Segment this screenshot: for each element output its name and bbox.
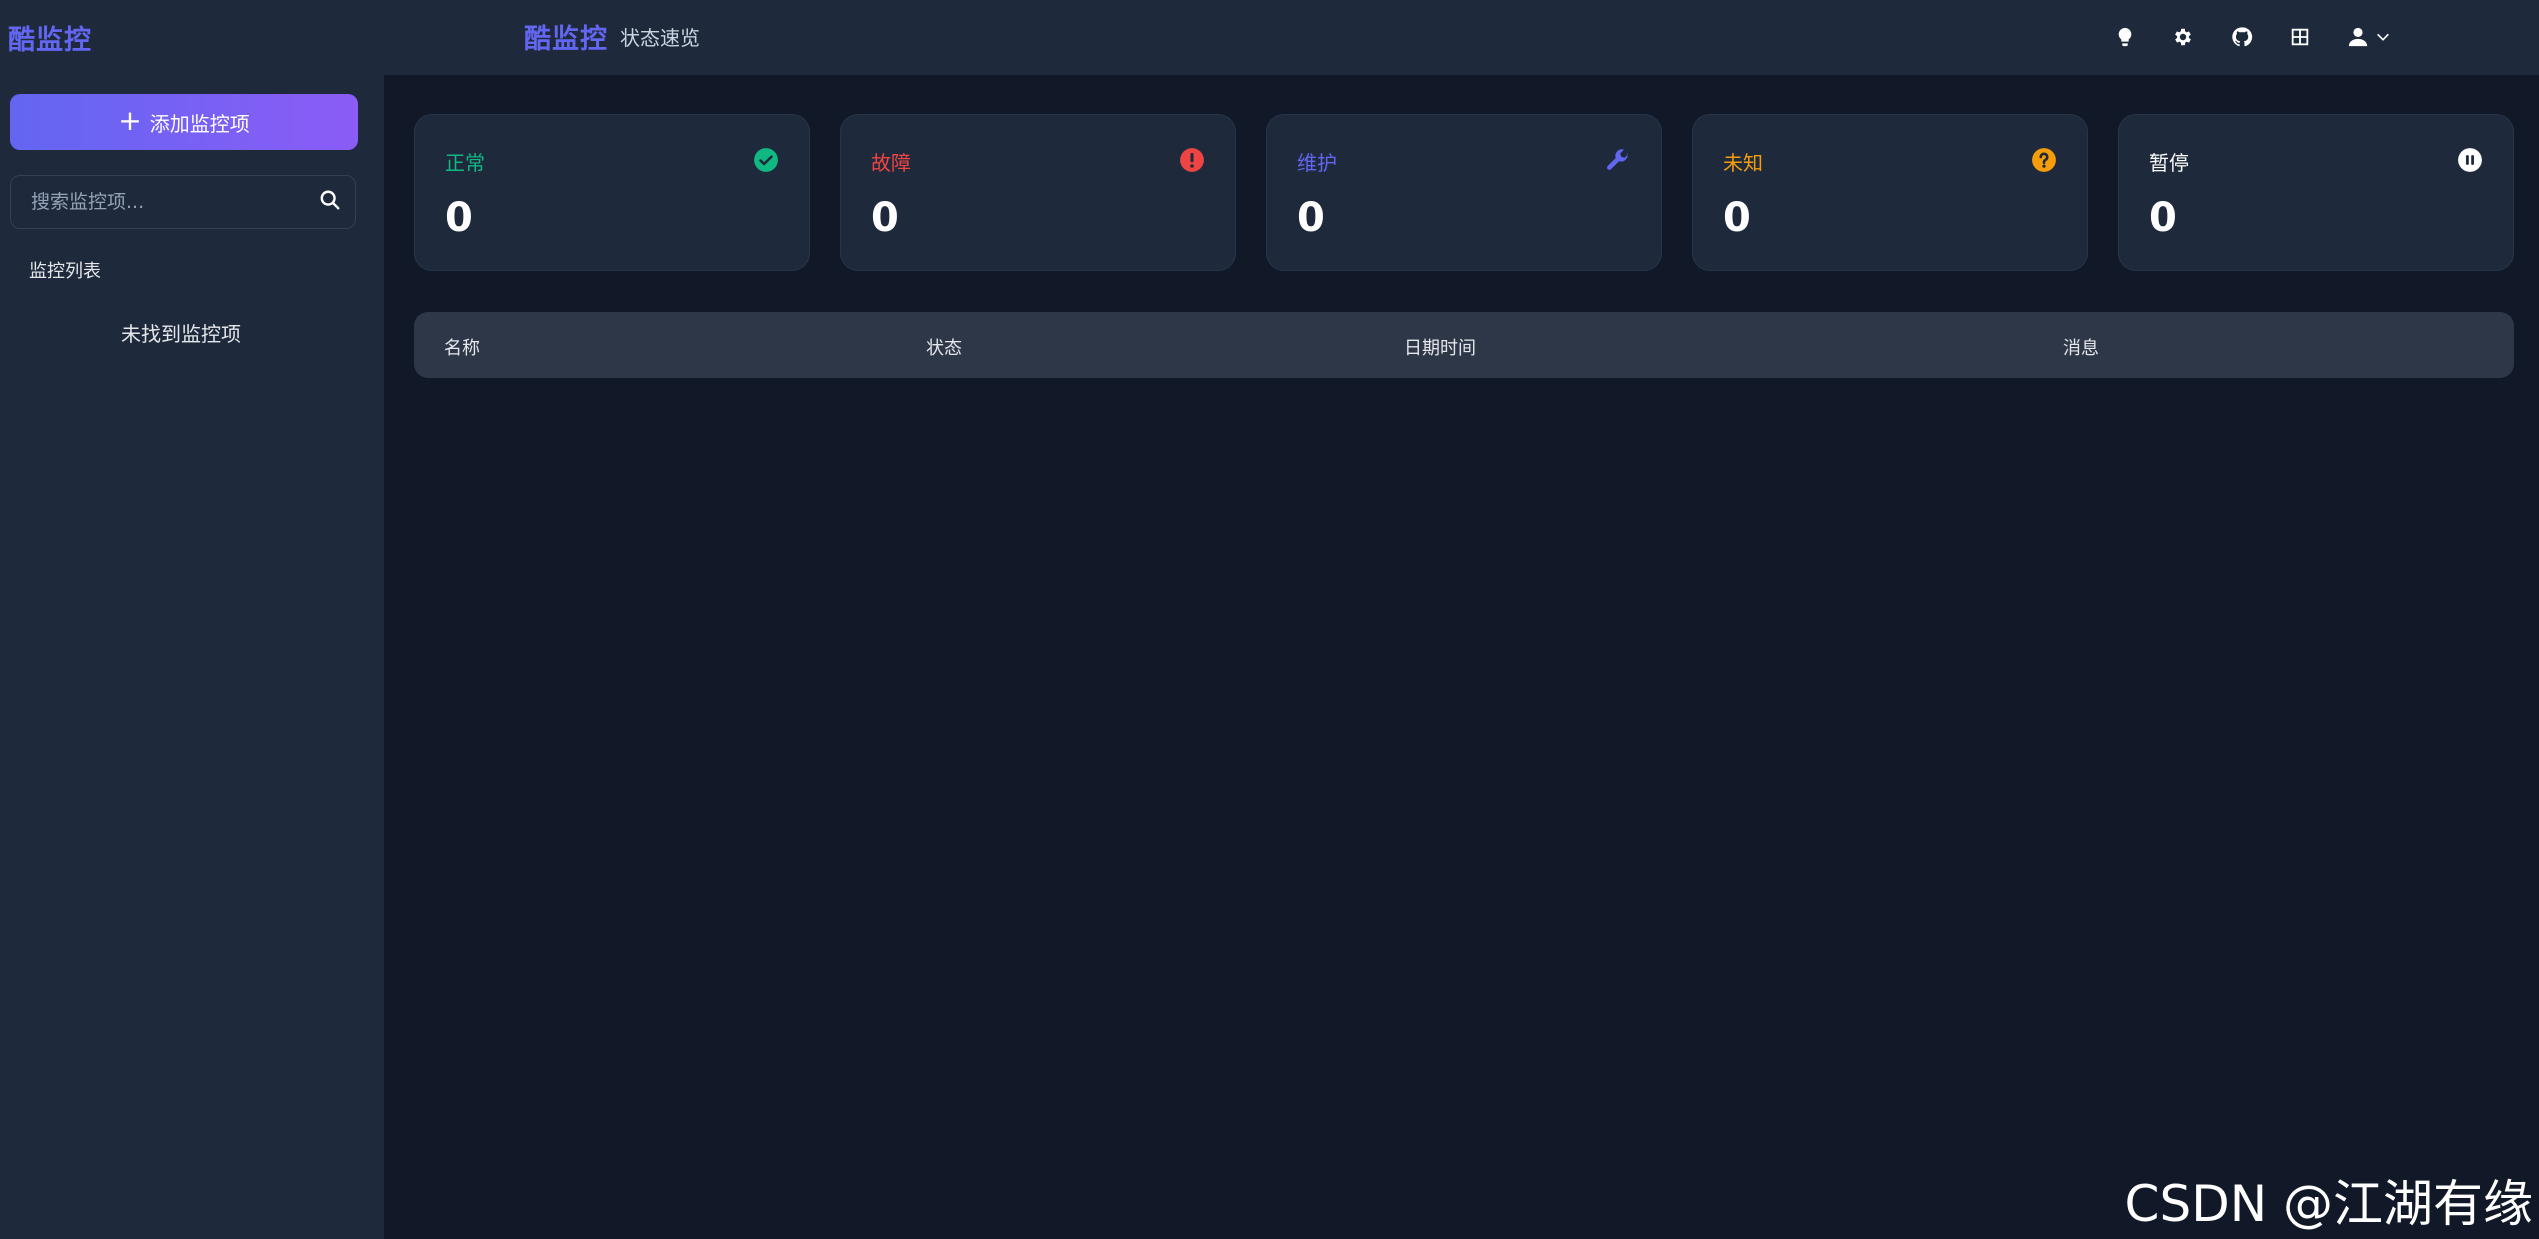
stat-value-down: 0	[871, 195, 899, 241]
events-table-header: 名称 状态 日期时间 消息	[414, 312, 2514, 378]
stat-label-up: 正常	[445, 151, 485, 175]
lightbulb-icon[interactable]	[2110, 22, 2140, 52]
stat-card-down: 故障 0	[840, 114, 1236, 271]
add-monitor-label: 添加监控项	[149, 111, 250, 136]
stat-card-up: 正常 0	[414, 114, 810, 271]
grid-icon[interactable]	[2285, 22, 2315, 52]
stat-card-maintenance: 维护 0	[1266, 114, 1662, 271]
stat-card-paused: 暂停 0	[2118, 114, 2514, 271]
user-icon	[2348, 27, 2368, 47]
user-menu[interactable]	[2347, 22, 2391, 52]
stat-value-maintenance: 0	[1297, 195, 1325, 241]
search-box	[10, 175, 356, 229]
column-header-datetime: 日期时间	[1404, 338, 1476, 359]
stat-label-down: 故障	[871, 151, 911, 175]
brand-title[interactable]: 酷监控	[524, 17, 608, 56]
alert-circle-icon	[1179, 147, 1205, 173]
pause-circle-icon	[2457, 147, 2483, 173]
search-input[interactable]	[29, 190, 319, 214]
github-icon[interactable]	[2227, 22, 2257, 52]
gear-icon[interactable]	[2168, 22, 2198, 52]
search-icon[interactable]	[319, 189, 341, 215]
stat-value-up: 0	[445, 195, 473, 241]
wrench-icon	[1605, 147, 1631, 173]
chevron-down-icon	[2377, 33, 2389, 41]
column-header-status: 状态	[926, 338, 962, 359]
stat-label-maintenance: 维护	[1297, 151, 1337, 175]
plus-icon: +	[118, 104, 142, 137]
sidebar: 酷监控 + 添加监控项 监控列表 未找到监控项	[0, 0, 384, 1239]
add-monitor-button[interactable]: + 添加监控项	[10, 94, 358, 150]
stat-value-unknown: 0	[1723, 195, 1751, 241]
watermark-text: CSDN @江湖有缘	[2124, 1175, 2533, 1233]
app-logo[interactable]: 酷监控	[8, 18, 92, 57]
monitor-list-title: 监控列表	[29, 261, 101, 282]
stat-value-paused: 0	[2149, 195, 2177, 241]
nav-status-overview[interactable]: 状态速览	[620, 22, 700, 51]
column-header-message: 消息	[2063, 338, 2099, 359]
stat-label-paused: 暂停	[2149, 151, 2189, 175]
top-bar: 酷监控 状态速览	[384, 0, 2539, 75]
stat-label-unknown: 未知	[1723, 151, 1763, 175]
empty-monitor-message: 未找到监控项	[121, 322, 241, 346]
column-header-name: 名称	[444, 338, 480, 359]
question-circle-icon	[2031, 147, 2057, 173]
stat-card-unknown: 未知 0	[1692, 114, 2088, 271]
check-circle-icon	[753, 147, 779, 173]
